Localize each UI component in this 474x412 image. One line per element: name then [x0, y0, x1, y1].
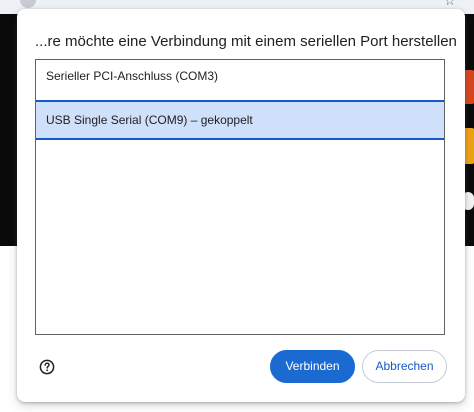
browser-toolbar-button[interactable]: [20, 0, 36, 8]
port-list[interactable]: Serieller PCI-Anschluss (COM3) USB Singl…: [35, 59, 445, 335]
serial-port-dialog: ...re möchte eine Verbindung mit einem s…: [17, 9, 465, 402]
help-circle-icon[interactable]: [39, 359, 55, 375]
dialog-title: ...re möchte eine Verbindung mit einem s…: [35, 33, 457, 50]
port-list-item-selected[interactable]: USB Single Serial (COM9) – gekoppelt: [36, 100, 444, 140]
port-label: Serieller PCI-Anschluss (COM3): [46, 69, 219, 83]
page: ☆ ...re möchte eine Verbindung mit einem…: [0, 0, 474, 412]
port-list-item[interactable]: Serieller PCI-Anschluss (COM3): [36, 60, 444, 92]
port-label: USB Single Serial (COM9) – gekoppelt: [46, 113, 253, 127]
cancel-button[interactable]: Abbrechen: [362, 350, 447, 383]
bookmark-star-icon[interactable]: ☆: [444, 0, 456, 8]
connect-button[interactable]: Verbinden: [270, 350, 355, 383]
